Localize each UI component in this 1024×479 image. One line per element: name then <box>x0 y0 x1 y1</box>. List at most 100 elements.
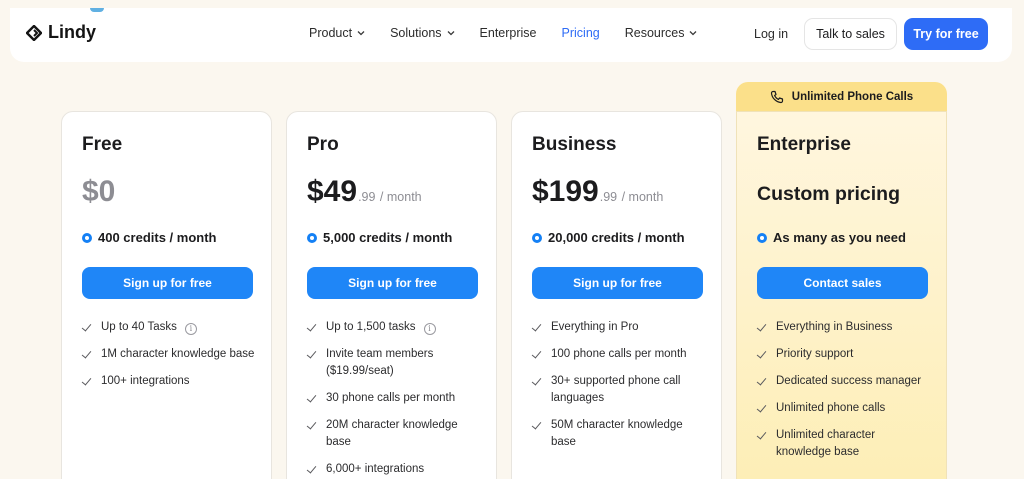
try-for-free-button[interactable]: Try for free <box>904 18 988 50</box>
feature-item: 100 phone calls per month <box>532 346 707 363</box>
talk-to-sales-button[interactable]: Talk to sales <box>804 18 897 50</box>
credits-label: As many as you need <box>773 230 906 245</box>
sign-up-free-button[interactable]: Sign up for free <box>532 267 703 299</box>
feature-text: Everything in Pro <box>551 321 639 333</box>
menu-item-enterprise[interactable]: Enterprise <box>480 26 537 40</box>
feature-item: 100+ integrations <box>82 373 257 390</box>
check-icon <box>307 390 318 407</box>
plan-card-enterprise: Enterprise Custom pricing As many as you… <box>736 111 947 479</box>
feature-list: Up to 40 Tasks i 1M character knowledge b… <box>82 319 257 400</box>
plan-price: $199.99 / month <box>532 175 663 209</box>
price-amount: $49 <box>307 175 358 208</box>
menu-item-solutions[interactable]: Solutions <box>390 26 454 40</box>
menu-label: Solutions <box>390 26 442 40</box>
feature-item: Unlimited phone calls <box>757 400 932 417</box>
feature-text: 100+ integrations <box>101 375 190 387</box>
lindy-logo-icon <box>26 24 42 41</box>
nav-decoration <box>90 8 104 12</box>
feature-text: Up to 1,500 tasks <box>326 321 416 333</box>
check-icon <box>532 319 543 336</box>
feature-list: Everything in Pro 100 phone calls per mo… <box>532 319 707 461</box>
feature-text: Dedicated success manager <box>776 375 922 387</box>
check-icon <box>307 461 318 478</box>
check-icon <box>757 319 768 336</box>
login-link[interactable]: Log in <box>754 27 788 41</box>
contact-sales-button[interactable]: Contact sales <box>757 267 928 299</box>
check-icon <box>307 346 318 363</box>
credits-dot-icon <box>757 232 767 243</box>
feature-text: Priority support <box>776 348 854 360</box>
menu-label: Pricing <box>561 26 600 40</box>
plan-name: Pro <box>307 134 339 155</box>
menu-item-resources[interactable]: Resources <box>625 26 698 40</box>
feature-text: 30+ supported phone call languages <box>551 375 681 404</box>
menu-label: Product <box>309 26 353 40</box>
check-icon <box>757 346 768 363</box>
credits-label: 5,000 credits / month <box>323 230 453 245</box>
brand-name: Lindy <box>48 22 96 42</box>
menu-label: Resources <box>624 26 685 40</box>
check-icon <box>757 400 768 417</box>
main-menu: Product Solutions Enterprise Pricing Res… <box>309 26 697 40</box>
menu-label: Enterprise <box>479 26 537 40</box>
plan-card-free: Free $0 400 credits / month Sign up for … <box>61 111 272 479</box>
feature-text: 1M character knowledge base <box>101 348 255 360</box>
brand-logo[interactable]: Lindy <box>26 22 96 43</box>
credits-dot-icon <box>82 232 92 243</box>
plan-card-business: Business $199.99 / month 20,000 credits … <box>511 111 722 479</box>
menu-item-pricing[interactable]: Pricing <box>562 26 600 40</box>
credits-dot-icon <box>307 232 317 243</box>
feature-item: Up to 1,500 tasks i <box>307 319 482 336</box>
phone-icon <box>770 90 783 104</box>
price-period: / month <box>376 190 422 204</box>
chevron-down-icon <box>690 31 697 36</box>
sign-up-free-button[interactable]: Sign up for free <box>307 267 478 299</box>
price-cents: .99 <box>599 190 618 204</box>
plan-name: Free <box>82 134 123 155</box>
plan-price: Custom pricing <box>757 183 901 205</box>
plan-credits: 400 credits / month <box>82 230 216 245</box>
feature-text: 30 phone calls per month <box>326 392 456 404</box>
feature-list: Everything in Business Priority support … <box>757 319 932 471</box>
feature-item: 20M character knowledge base <box>307 417 482 451</box>
check-icon <box>757 427 768 444</box>
unlimited-calls-ribbon: Unlimited Phone Calls <box>736 82 947 112</box>
ribbon-label: Unlimited Phone Calls <box>791 91 914 103</box>
menu-item-product[interactable]: Product <box>309 26 365 40</box>
check-icon <box>757 373 768 390</box>
feature-text: Invite team members ($19.99/seat) <box>326 348 434 377</box>
info-icon[interactable]: i <box>184 323 197 335</box>
check-icon <box>532 346 543 363</box>
price-amount: $199 <box>532 175 599 208</box>
chevron-down-icon <box>447 31 454 36</box>
feature-text: 6,000+ integrations <box>326 463 425 475</box>
check-icon <box>532 373 543 390</box>
plan-credits: As many as you need <box>757 230 906 245</box>
feature-list: Up to 1,500 tasks i Invite team members (… <box>307 319 482 479</box>
check-icon <box>307 417 318 434</box>
check-icon <box>82 346 93 363</box>
chevron-down-icon <box>357 31 365 36</box>
check-icon <box>532 417 543 434</box>
feature-item: 6,000+ integrations <box>307 461 482 478</box>
feature-text: Everything in Business <box>776 321 893 333</box>
feature-item: Priority support <box>757 346 932 363</box>
feature-text: 20M character knowledge base <box>326 419 458 448</box>
feature-item: 30+ supported phone call languages <box>532 373 707 407</box>
feature-text: Unlimited character knowledge base <box>776 429 876 458</box>
plan-name: Enterprise <box>757 134 851 155</box>
price-cents: .99 <box>358 190 376 204</box>
feature-item: Everything in Business <box>757 319 932 336</box>
plan-credits: 20,000 credits / month <box>532 230 685 245</box>
plan-name: Business <box>532 134 617 155</box>
plan-price: $0 <box>82 175 115 209</box>
credits-dot-icon <box>532 232 542 243</box>
sign-up-free-button[interactable]: Sign up for free <box>82 267 253 299</box>
plan-credits: 5,000 credits / month <box>307 230 452 245</box>
feature-item: Everything in Pro <box>532 319 707 336</box>
feature-item: Up to 40 Tasks i <box>82 319 257 336</box>
feature-text: Up to 40 Tasks <box>101 321 177 333</box>
info-icon[interactable]: i <box>423 323 436 335</box>
feature-text: Unlimited phone calls <box>776 402 886 414</box>
plan-card-pro: Pro $49.99 / month 5,000 credits / month… <box>286 111 497 479</box>
